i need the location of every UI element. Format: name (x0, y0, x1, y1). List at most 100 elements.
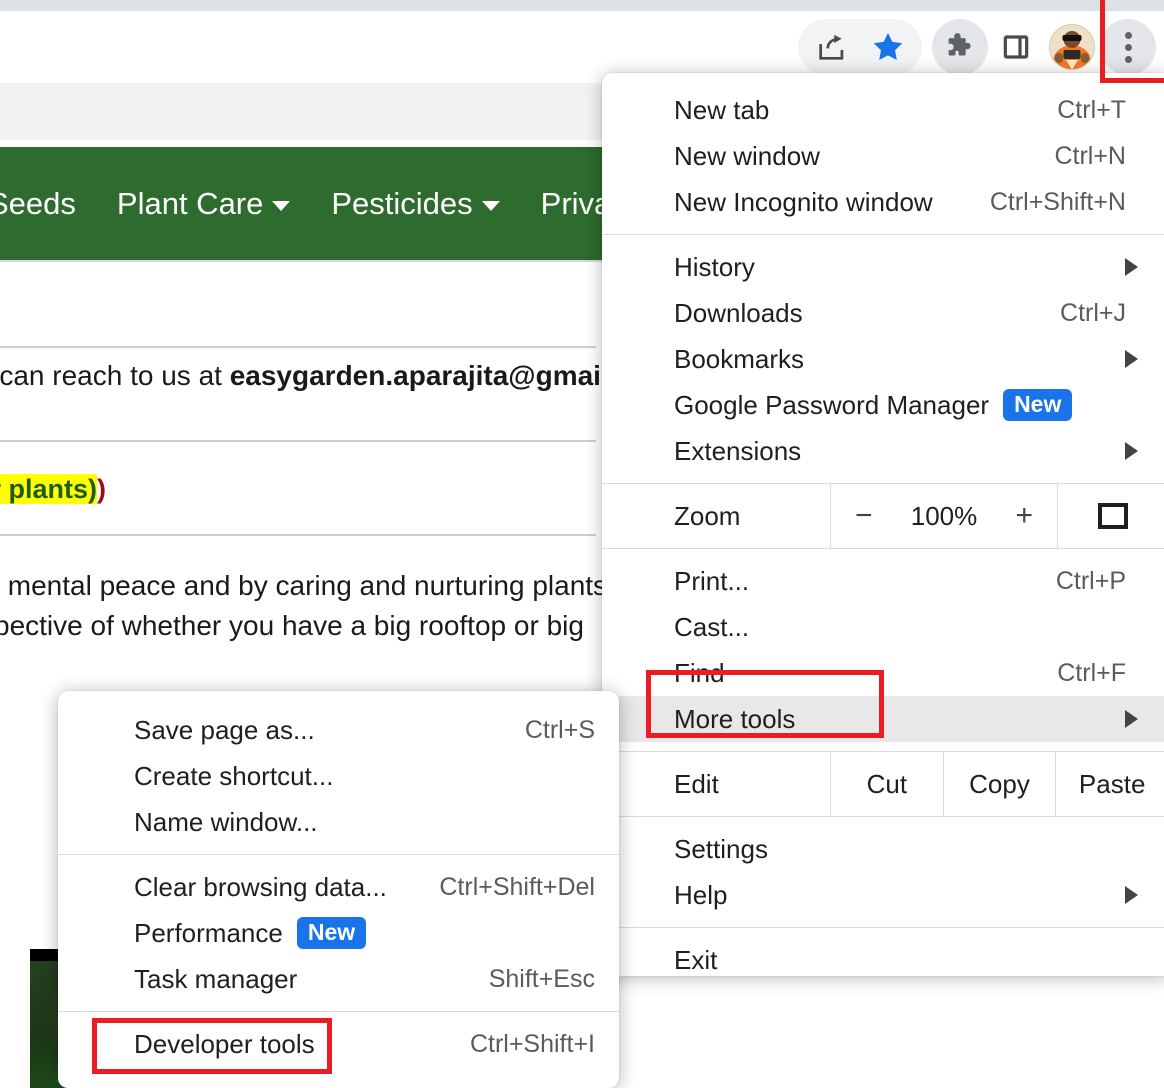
menu-item-label: Print... (674, 565, 750, 596)
menu-item-new-window[interactable]: New window Ctrl+N (602, 133, 1164, 179)
fullscreen-button[interactable] (1058, 484, 1164, 548)
nav-label: Pesticides (331, 185, 473, 221)
submenu-item-performance[interactable]: Performance New (58, 910, 619, 956)
menu-item-new-tab[interactable]: New tab Ctrl+T (602, 87, 1164, 133)
copy-button[interactable]: Copy (942, 752, 1056, 816)
zoom-in-button[interactable]: + (1009, 499, 1039, 533)
share-icon[interactable] (804, 19, 860, 75)
menu-item-label: Extensions (674, 435, 802, 466)
cut-button[interactable]: Cut (830, 752, 943, 816)
menu-item-label: Settings (674, 833, 768, 864)
contact-email: easygarden.aparajita@gmail.c (229, 360, 633, 391)
menu-item-accel: Ctrl+T (1057, 95, 1126, 124)
submenu-item-accel: Ctrl+Shift+I (469, 1029, 595, 1058)
menu-item-accel: Ctrl+Shift+N (989, 187, 1126, 216)
contact-line: u can reach to us at easygarden.aparajit… (0, 360, 632, 392)
contact-prefix: u can reach to us at (0, 360, 230, 391)
menu-item-find[interactable]: Find Ctrl+F (602, 650, 1164, 696)
menu-item-more-tools[interactable]: More tools (602, 696, 1164, 742)
menu-item-settings[interactable]: Settings (602, 826, 1164, 872)
nav-label: Seeds (0, 185, 76, 221)
content-divider-top (0, 346, 596, 348)
order-paren: ) (97, 474, 107, 504)
edit-row: Edit Cut Copy Paste (602, 751, 1164, 817)
tab-strip-bar (0, 0, 1164, 11)
nav-item-plant-care[interactable]: Plant Care (116, 185, 291, 222)
submenu-item-accel: Shift+Esc (488, 964, 595, 993)
submenu-item-accel: Ctrl+S (524, 715, 595, 744)
order-line: o order plants)) (0, 474, 106, 505)
menu-divider (602, 927, 1164, 928)
zoom-out-button[interactable]: − (849, 499, 879, 533)
menu-item-exit[interactable]: Exit (602, 937, 1164, 976)
bookmark-star-icon[interactable] (860, 19, 916, 75)
menu-item-help[interactable]: Help (602, 872, 1164, 918)
chevron-right-icon (1125, 442, 1138, 460)
more-tools-submenu: Save page as... Ctrl+S Create shortcut..… (58, 691, 619, 1088)
submenu-item-task-manager[interactable]: Task manager Shift+Esc (58, 956, 619, 1002)
zoom-level-value: 100% (910, 500, 978, 531)
menu-item-bookmarks[interactable]: Bookmarks (602, 336, 1164, 382)
menu-divider (602, 234, 1164, 235)
menu-item-label: Exit (674, 944, 718, 975)
menu-item-label: New Incognito window (674, 186, 933, 217)
submenu-item-label: Performance (134, 917, 283, 948)
profile-avatar[interactable] (1044, 19, 1100, 75)
menu-item-downloads[interactable]: Downloads Ctrl+J (602, 290, 1164, 336)
paste-button[interactable]: Paste (1055, 752, 1164, 816)
chrome-menu-kebab-icon[interactable] (1100, 19, 1156, 75)
nav-label: Plant Care (116, 185, 264, 221)
menu-item-history[interactable]: History (602, 244, 1164, 290)
menu-item-accel: Ctrl+F (1057, 658, 1126, 687)
submenu-item-name-window[interactable]: Name window... (58, 799, 619, 845)
zoom-row: Zoom − 100% + (602, 483, 1164, 549)
submenu-divider (58, 1011, 619, 1012)
menu-item-accel: Ctrl+J (1060, 298, 1126, 327)
edit-label: Edit (674, 768, 719, 799)
chrome-main-menu: New tab Ctrl+T New window Ctrl+N New Inc… (602, 73, 1164, 976)
three-dots-glyph (1124, 31, 1132, 63)
submenu-item-accel: Ctrl+Shift+Del (439, 872, 595, 901)
extensions-puzzle-icon[interactable] (932, 19, 988, 75)
chevron-down-icon (481, 200, 500, 211)
menu-item-accel: Ctrl+N (1054, 141, 1126, 170)
menu-item-extensions[interactable]: Extensions (602, 428, 1164, 474)
nav-item-seeds[interactable]: Seeds (0, 186, 76, 222)
chevron-right-icon (1125, 258, 1138, 276)
menu-item-label: Downloads (674, 297, 803, 328)
menu-item-label: Find (674, 657, 725, 688)
menu-item-google-password-manager[interactable]: Google Password Manager New (602, 382, 1164, 428)
browser-window: Seeds Plant Care Pesticides Privac u can… (0, 0, 1164, 1088)
chevron-right-icon (1125, 350, 1138, 368)
submenu-item-label: Developer tools (134, 1028, 315, 1059)
menu-item-print[interactable]: Print... Ctrl+P (602, 558, 1164, 604)
menu-item-label: Google Password Manager (674, 389, 990, 420)
new-badge: New (296, 916, 367, 950)
submenu-item-label: Create shortcut... (134, 760, 334, 791)
order-highlight-text: o order plants) (0, 474, 98, 504)
zoom-controls: − 100% + (830, 484, 1058, 548)
menu-item-label: More tools (674, 703, 796, 734)
content-divider-middle (0, 440, 596, 442)
nav-item-pesticides[interactable]: Pesticides (331, 185, 500, 222)
submenu-item-label: Save page as... (134, 714, 315, 745)
paragraph-line-1: s mental peace and by caring and nurturi… (0, 570, 645, 601)
submenu-divider (58, 854, 619, 855)
address-bar-action-pill (798, 19, 922, 75)
menu-item-label: Help (674, 879, 728, 910)
submenu-item-create-shortcut[interactable]: Create shortcut... (58, 753, 619, 799)
submenu-item-clear-browsing-data[interactable]: Clear browsing data... Ctrl+Shift+Del (58, 864, 619, 910)
menu-item-label: New tab (674, 94, 770, 125)
chevron-right-icon (1125, 886, 1138, 904)
menu-item-label: Bookmarks (674, 343, 805, 374)
side-panel-icon[interactable] (988, 19, 1044, 75)
chevron-right-icon (1125, 710, 1138, 728)
submenu-item-developer-tools[interactable]: Developer tools Ctrl+Shift+I (58, 1021, 619, 1067)
content-divider-lower (0, 534, 596, 536)
menu-item-label: Cast... (674, 611, 750, 642)
menu-item-cast[interactable]: Cast... (602, 604, 1164, 650)
submenu-item-save-page-as[interactable]: Save page as... Ctrl+S (58, 707, 619, 753)
menu-item-new-incognito-window[interactable]: New Incognito window Ctrl+Shift+N (602, 179, 1164, 225)
menu-item-label: History (674, 251, 755, 282)
zoom-label: Zoom (674, 500, 741, 531)
